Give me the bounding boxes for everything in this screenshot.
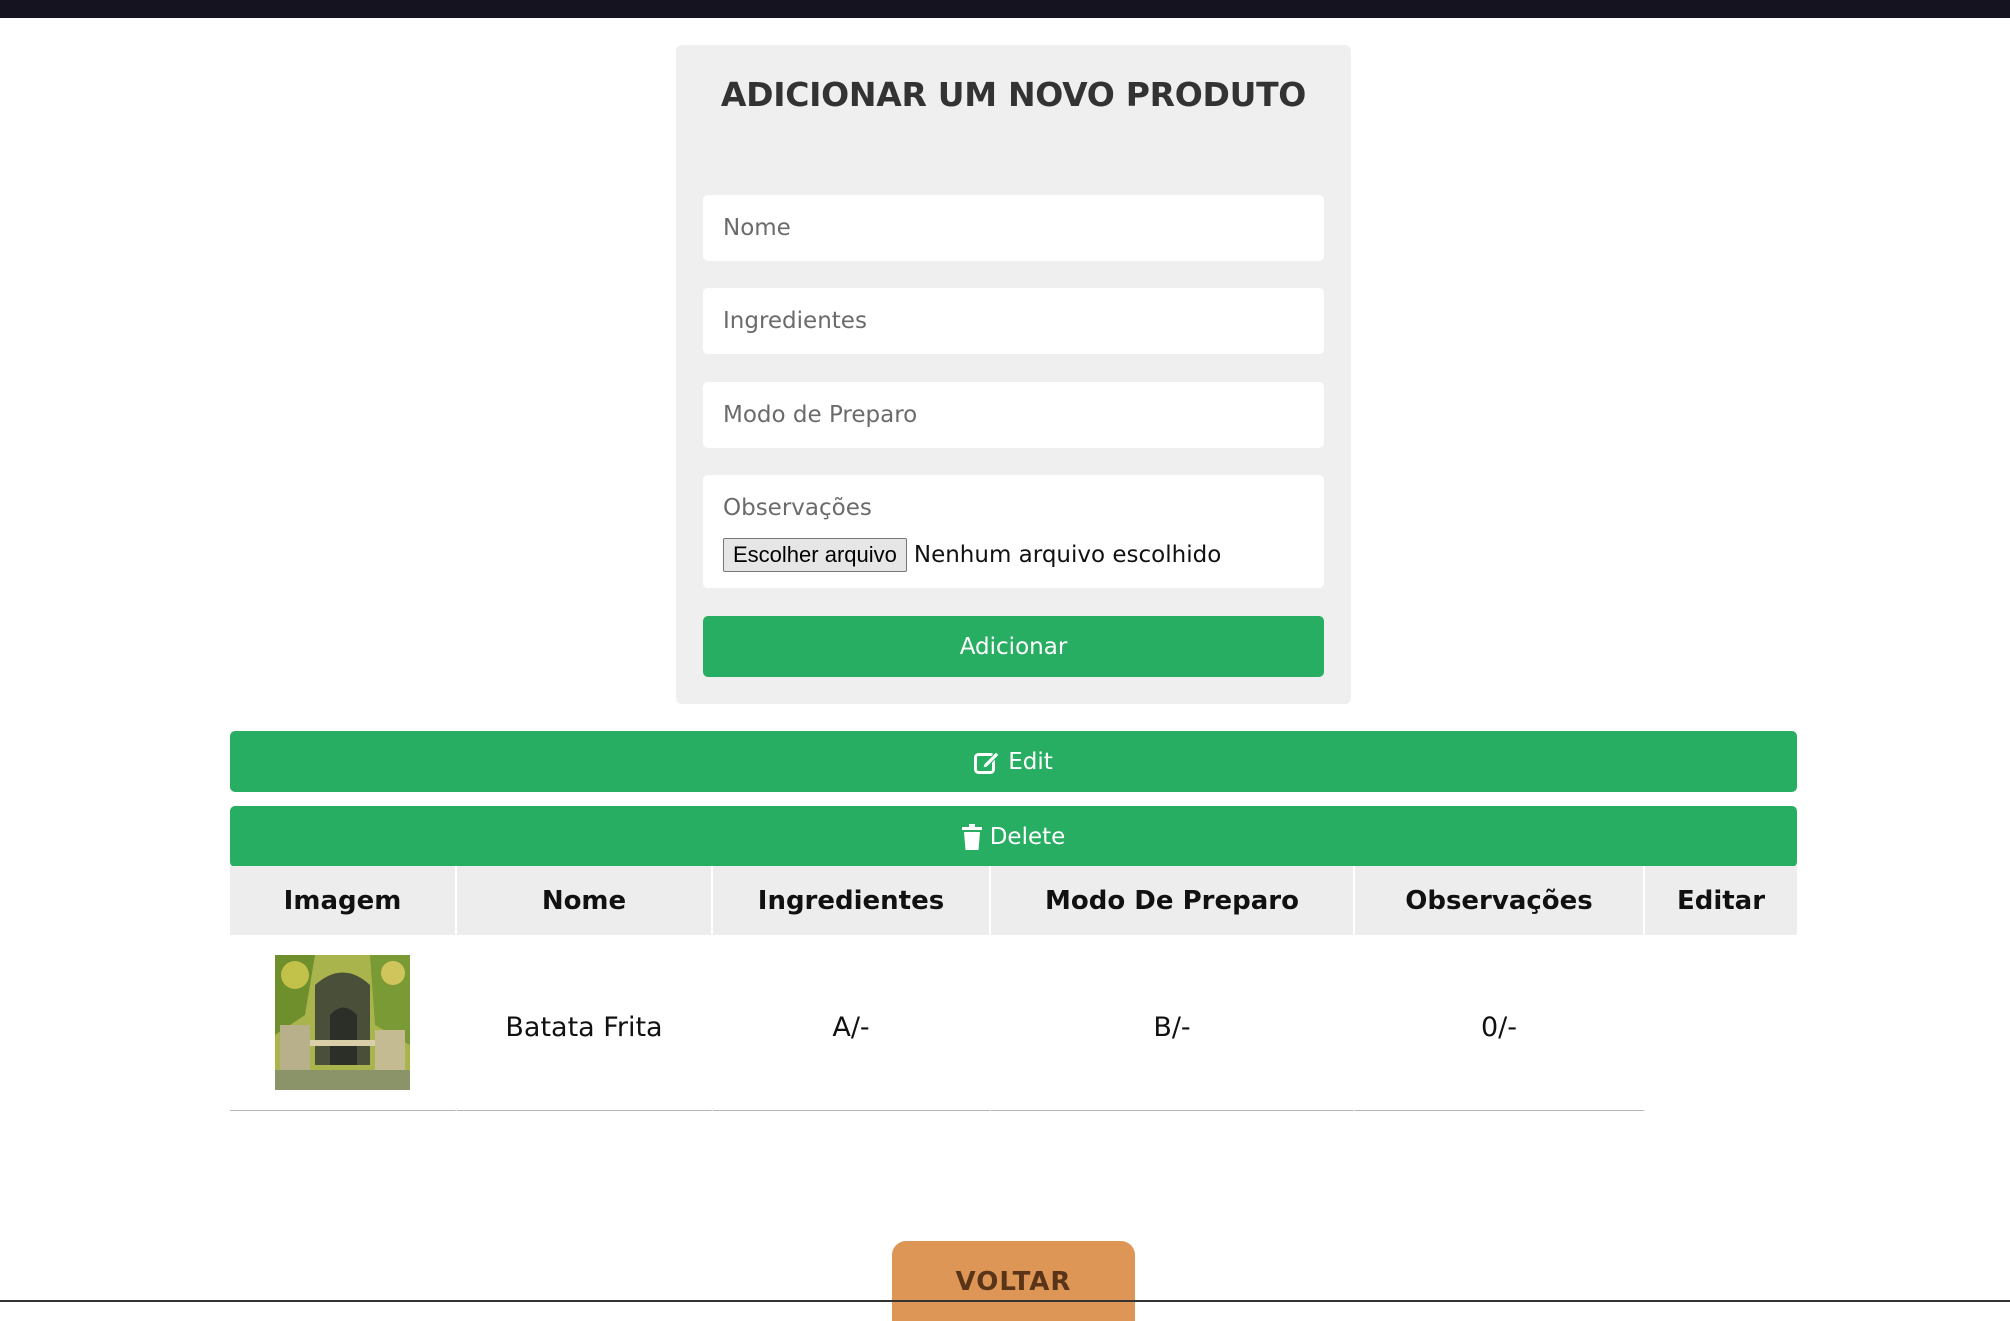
products-table: Imagem Nome Ingredientes Modo De Preparo… [230, 866, 1797, 1111]
table-header: Imagem Nome Ingredientes Modo De Preparo… [230, 866, 1797, 935]
header-imagem: Imagem [230, 866, 457, 935]
trash-icon [961, 823, 982, 850]
choose-file-button[interactable]: Escolher arquivo [723, 538, 907, 572]
edit-label: Edit [1008, 748, 1053, 775]
cell-observacoes: 0/- [1355, 935, 1645, 1111]
modo-de-preparo-input[interactable] [703, 382, 1324, 448]
cell-editar [1645, 935, 1797, 1111]
form-title: ADICIONAR UM NOVO PRODUTO [720, 75, 1307, 114]
add-button[interactable]: Adicionar [703, 616, 1324, 677]
delete-label: Delete [989, 823, 1066, 850]
back-button[interactable]: VOLTAR [892, 1241, 1135, 1321]
edit-icon [974, 750, 1000, 774]
header-nome: Nome [457, 866, 713, 935]
header-editar: Editar [1645, 866, 1797, 935]
cell-nome: Batata Frita [457, 935, 713, 1111]
cell-ingredientes: A/- [713, 935, 991, 1111]
header-observacoes: Observações [1355, 866, 1645, 935]
add-product-form: ADICIONAR UM NOVO PRODUTO Escolher arqui… [676, 45, 1351, 704]
nome-input[interactable] [703, 195, 1324, 261]
delete-button[interactable]: Delete [230, 806, 1797, 867]
cell-imagem [230, 935, 457, 1111]
product-thumbnail [275, 955, 410, 1090]
table-row: Batata Frita A/- B/- 0/- [230, 935, 1797, 1111]
file-input: Escolher arquivo Nenhum arquivo escolhid… [703, 522, 1324, 588]
edit-button[interactable]: Edit [230, 731, 1797, 792]
browser-top-bar [0, 0, 2010, 18]
ingredientes-input[interactable] [703, 288, 1324, 354]
header-ingredientes: Ingredientes [713, 866, 991, 935]
cell-modo-de-preparo: B/- [991, 935, 1355, 1111]
file-status-text: Nenhum arquivo escolhido [913, 542, 1222, 568]
header-modo-de-preparo: Modo De Preparo [991, 866, 1355, 935]
